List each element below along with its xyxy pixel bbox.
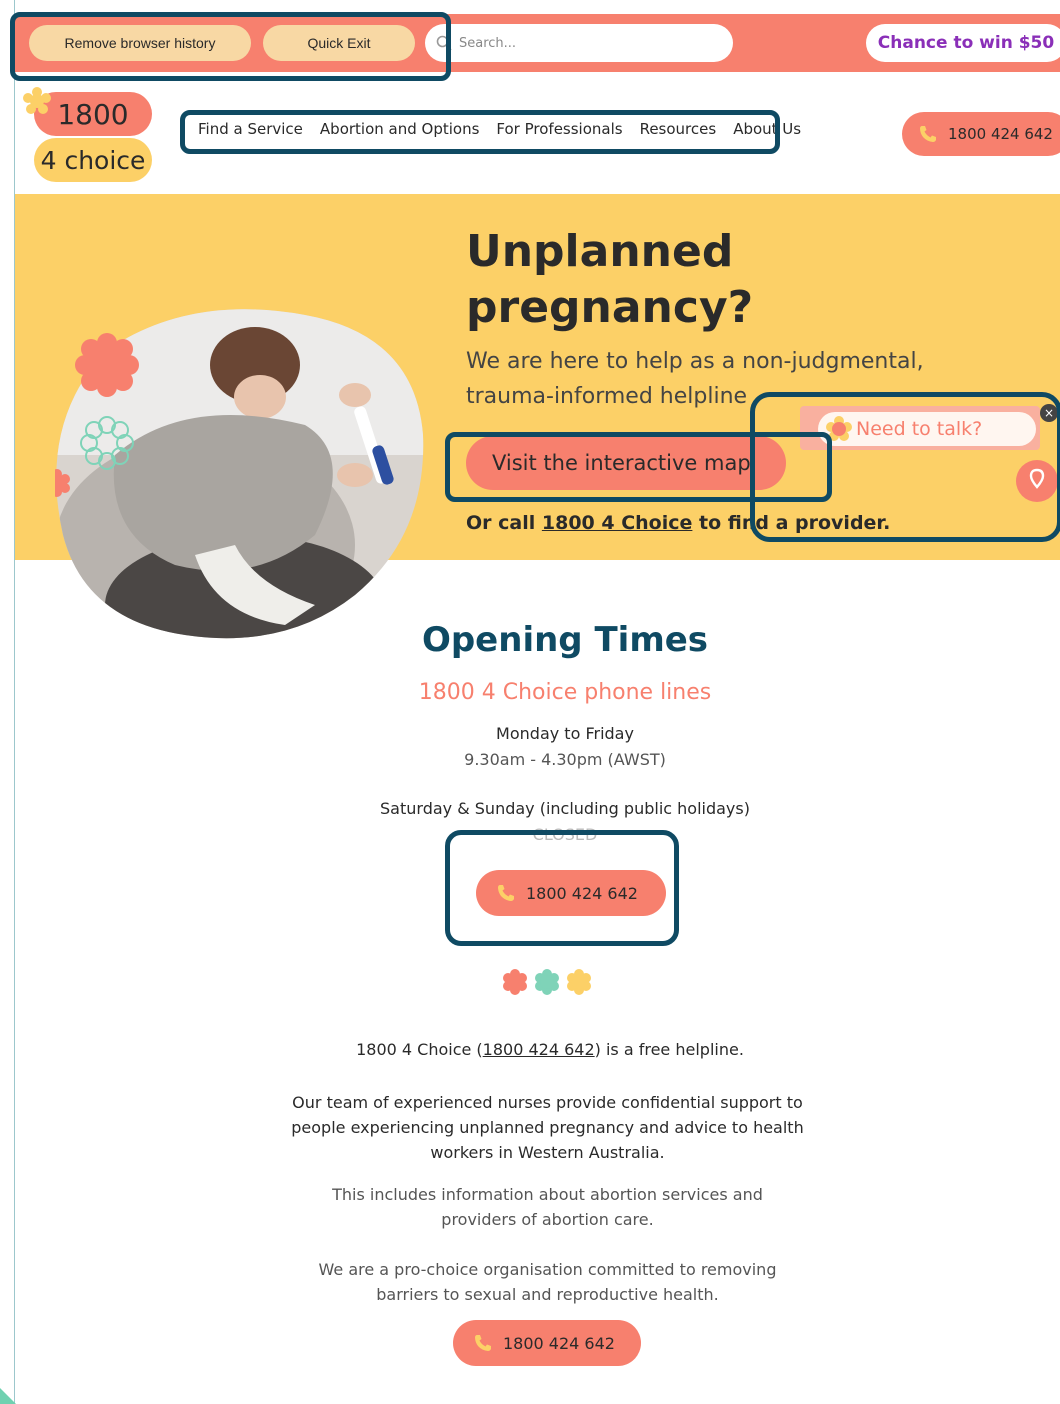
- phone-icon: [918, 124, 938, 144]
- footer-call-button[interactable]: 1800 424 642: [453, 1320, 641, 1366]
- opening-times-title: Opening Times: [421, 620, 709, 660]
- corner-marker: [0, 1388, 16, 1404]
- hero-photo: [44, 305, 425, 645]
- main-nav: Find a Service Abortion and Options For …: [198, 120, 818, 138]
- flower-icon: [22, 86, 52, 116]
- nav-item-for-professionals[interactable]: For Professionals: [496, 120, 622, 138]
- helpline-number-link[interactable]: 1800 424 642: [483, 1040, 595, 1059]
- weekend-label: Saturday & Sunday (including public holi…: [380, 799, 750, 818]
- nav-item-abortion-and-options[interactable]: Abortion and Options: [320, 120, 480, 138]
- search-box[interactable]: [425, 24, 733, 62]
- hero-title: Unplanned pregnancy?: [466, 226, 754, 333]
- weekend-hours: CLOSED: [532, 825, 598, 844]
- header-call-button[interactable]: 1800 424 642: [902, 112, 1060, 156]
- nav-item-find-a-service[interactable]: Find a Service: [198, 120, 303, 138]
- helpline-prefix: 1800 4 Choice (: [356, 1040, 483, 1059]
- hero-call-text: Or call 1800 4 Choice to find a provider…: [466, 512, 890, 534]
- decorative-flowers: [500, 966, 596, 998]
- hero-call-prefix: Or call: [466, 512, 542, 534]
- page: Remove browser history Quick Exit Chance…: [0, 0, 1060, 1404]
- chance-to-win-button[interactable]: Chance to win $50: [866, 24, 1060, 62]
- hero-call-suffix: to find a provider.: [692, 512, 891, 534]
- opening-times-subtitle: 1800 4 Choice phone lines: [418, 680, 712, 705]
- search-input[interactable]: [459, 35, 719, 51]
- top-bar: Remove browser history Quick Exit Chance…: [15, 14, 1060, 72]
- flower-icon: [826, 416, 852, 442]
- need-to-talk-label: Need to talk?: [856, 418, 983, 440]
- opening-call-button[interactable]: 1800 424 642: [476, 870, 666, 916]
- quick-exit-button[interactable]: Quick Exit: [263, 25, 415, 61]
- hero-call-link[interactable]: 1800 4 Choice: [542, 512, 693, 534]
- weekday-hours: 9.30am - 4.30pm (AWST): [464, 750, 666, 769]
- team-paragraph: Our team of experienced nurses provide c…: [291, 1093, 804, 1162]
- pro-choice-paragraph: We are a pro-choice organisation committ…: [318, 1260, 777, 1304]
- information-paragraph: This includes information about abortion…: [332, 1185, 763, 1229]
- footer-call-label: 1800 424 642: [503, 1333, 615, 1353]
- nav-item-about-us[interactable]: About Us: [733, 120, 801, 138]
- need-to-talk-widget[interactable]: Need to talk?: [800, 406, 1055, 450]
- opening-call-label: 1800 424 642: [526, 883, 638, 903]
- hero-subtitle: We are here to help as a non-judgmental,…: [466, 349, 924, 409]
- nav-item-resources[interactable]: Resources: [640, 120, 717, 138]
- remove-browser-history-button[interactable]: Remove browser history: [29, 25, 251, 61]
- phone-icon: [496, 883, 516, 903]
- need-to-talk-button[interactable]: Need to talk?: [818, 412, 1036, 446]
- location-pin-button[interactable]: [1016, 460, 1058, 502]
- search-icon: [435, 34, 453, 52]
- helpline-suffix: ) is a free helpline.: [594, 1040, 744, 1059]
- logo-line-2: 4 choice: [34, 138, 152, 182]
- location-pin-icon: [1027, 468, 1047, 494]
- close-icon[interactable]: ×: [1040, 404, 1058, 422]
- header-call-label: 1800 424 642: [948, 125, 1053, 143]
- interactive-map-button[interactable]: Visit the interactive map: [466, 436, 786, 490]
- weekday-label: Monday to Friday: [496, 724, 634, 743]
- phone-icon: [473, 1333, 493, 1353]
- helpline-statement: 1800 4 Choice (1800 424 642) is a free h…: [15, 1040, 1060, 1059]
- site-logo[interactable]: 1800 4 choice: [22, 86, 162, 186]
